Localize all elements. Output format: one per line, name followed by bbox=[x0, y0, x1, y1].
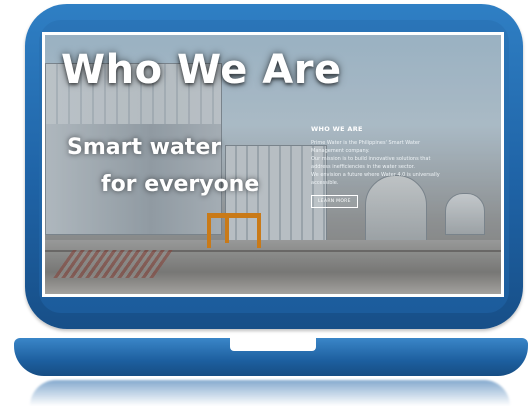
tagline-line-2: for everyone bbox=[101, 172, 260, 197]
tagline-line-1: Smart water bbox=[67, 135, 222, 160]
about-paragraph-3: We envision a future where Water 4.0 is … bbox=[311, 172, 440, 186]
learn-more-button[interactable]: LEARN MORE bbox=[311, 195, 358, 208]
website-hero-section: Who We Are Smart water for everyone WHO … bbox=[45, 35, 501, 294]
laptop-screen: Who We Are Smart water for everyone WHO … bbox=[42, 32, 504, 297]
page-headline: Who We Are bbox=[61, 47, 342, 93]
laptop-reflection bbox=[30, 380, 510, 406]
about-panel-title: WHO WE ARE bbox=[311, 125, 363, 133]
about-paragraph-2: Our mission is to build innovative solut… bbox=[311, 156, 431, 170]
about-panel: WHO WE ARE Prime Water is the Philippine… bbox=[311, 125, 447, 208]
laptop-hinge-notch bbox=[230, 338, 316, 351]
about-paragraph-1: Prime Water is the Philippines' Smart Wa… bbox=[311, 140, 421, 154]
